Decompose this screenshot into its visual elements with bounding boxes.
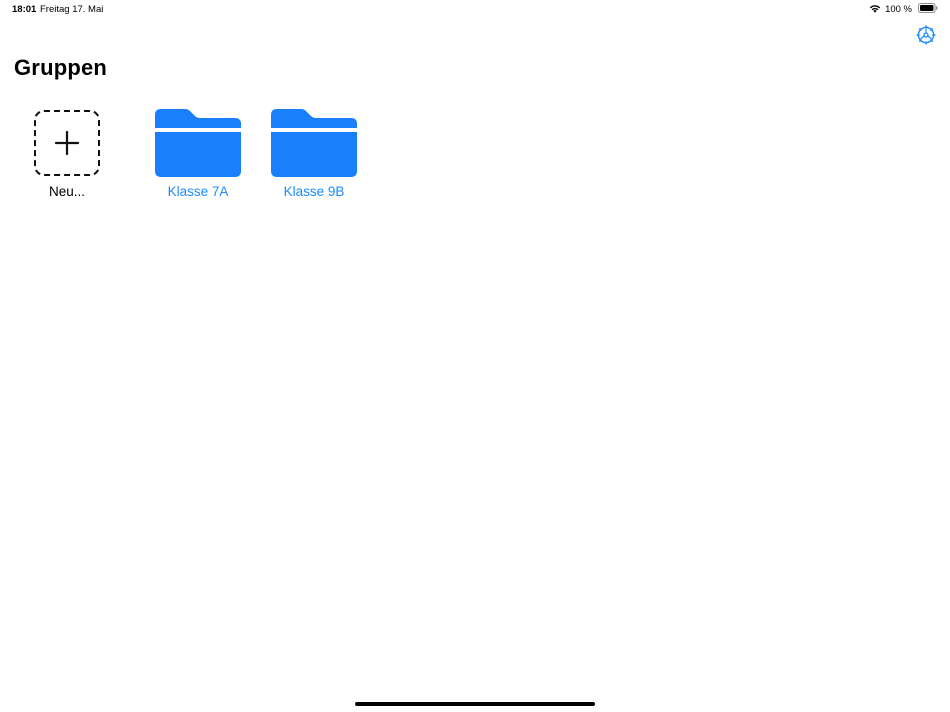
battery-icon bbox=[918, 3, 938, 16]
page-title: Gruppen bbox=[14, 55, 108, 80]
gear-icon bbox=[916, 25, 936, 45]
plus-icon bbox=[54, 130, 80, 156]
status-time: 18:01 bbox=[12, 4, 37, 15]
group-folder-klasse-9b[interactable]: Klasse 9B bbox=[256, 104, 372, 199]
groups-grid: Neu... Klasse 7A Klasse 9B bbox=[24, 104, 372, 199]
folder-icon bbox=[155, 109, 241, 177]
new-group-label: Neu... bbox=[48, 184, 86, 199]
status-right: 100 % bbox=[869, 3, 938, 16]
home-indicator[interactable] bbox=[355, 702, 595, 706]
new-group-button[interactable]: Neu... bbox=[24, 104, 110, 199]
screen: 18:01 Freitag 17. Mai 100 % Gruppen Neu.… bbox=[0, 0, 950, 712]
group-folder-klasse-7a[interactable]: Klasse 7A bbox=[140, 104, 256, 199]
wifi-icon bbox=[869, 4, 881, 16]
group-label: Klasse 9B bbox=[283, 184, 345, 199]
status-bar: 18:01 Freitag 17. Mai 100 % bbox=[0, 0, 950, 18]
battery-percent: 100 % bbox=[885, 4, 912, 15]
status-date: Freitag 17. Mai bbox=[40, 4, 104, 15]
folder-icon bbox=[271, 109, 357, 177]
group-label: Klasse 7A bbox=[167, 184, 229, 199]
new-group-box bbox=[34, 110, 100, 176]
settings-button[interactable] bbox=[916, 25, 936, 45]
